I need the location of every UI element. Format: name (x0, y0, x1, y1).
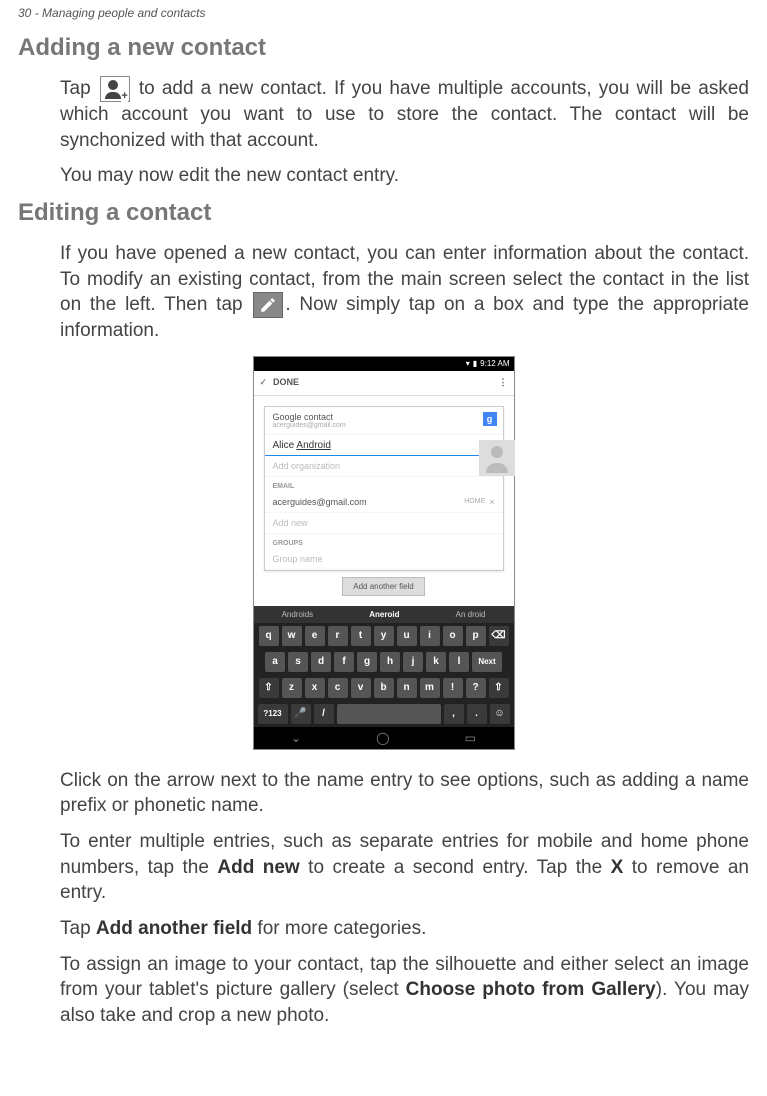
wifi-icon: ▾ (466, 359, 470, 368)
kb-key[interactable]: i (420, 626, 440, 646)
kb-key[interactable]: ⌫ (489, 626, 509, 646)
chapter-title: Managing people and contacts (42, 6, 205, 20)
kb-key[interactable]: k (426, 652, 446, 672)
adding-para-2: You may now edit the new contact entry. (60, 163, 749, 189)
kb-key[interactable]: ? (466, 678, 486, 698)
kb-key[interactable]: q (259, 626, 279, 646)
avatar-silhouette[interactable] (479, 440, 515, 476)
kb-key[interactable]: ! (443, 678, 463, 698)
kb-key[interactable]: a (265, 652, 285, 672)
kb-row-4: ?123🎤/,.☺ (254, 701, 514, 727)
kb-key[interactable]: o (443, 626, 463, 646)
kb-key[interactable]: l (449, 652, 469, 672)
kb-key[interactable]: r (328, 626, 348, 646)
name-field[interactable]: Alice Android ⌄ (265, 435, 503, 456)
kb-key[interactable]: b (374, 678, 394, 698)
account-row[interactable]: Google contact acerguides@gmail.com g (265, 407, 503, 435)
account-email: acerguides@gmail.com (273, 422, 495, 429)
editing-para-2: Click on the arrow next to the name entr… (60, 768, 749, 819)
kb-key[interactable]: ?123 (258, 704, 288, 724)
status-bar: ▾ ▮ 9:12 AM (254, 357, 514, 371)
remove-icon[interactable]: × (489, 497, 494, 507)
email-field[interactable]: acerguides@gmail.com HOME × (265, 492, 503, 513)
editing-para-3: To enter multiple entries, such as separ… (60, 829, 749, 906)
kb-spacebar[interactable] (337, 704, 441, 724)
add-contact-icon: + (100, 76, 130, 102)
kb-row-2: asdfghjklNext (254, 649, 514, 675)
kb-key[interactable]: . (467, 704, 487, 724)
keyboard-suggestions[interactable]: Androids Aneroid An droid (254, 606, 514, 623)
kb-key[interactable]: v (351, 678, 371, 698)
page-header: 30 - Managing people and contacts (18, 6, 749, 20)
kb-key[interactable]: w (282, 626, 302, 646)
nav-recent-icon[interactable]: ▭ (465, 731, 476, 745)
groups-section-label: GROUPS (265, 534, 503, 549)
nav-bar: ⌄ ◯ ▭ (254, 727, 514, 749)
add-new-email[interactable]: Add new (265, 513, 503, 534)
google-badge-icon: g (483, 412, 497, 426)
kb-row-3: ⇧zxcvbnm!?⇧ (254, 675, 514, 701)
pencil-icon (253, 292, 283, 318)
email-section-label: EMAIL (265, 477, 503, 492)
kb-key[interactable]: ☺ (490, 704, 510, 724)
kb-key[interactable]: s (288, 652, 308, 672)
editing-para-1: If you have opened a new contact, you ca… (60, 241, 749, 344)
done-label: DONE (273, 377, 299, 387)
section-title-adding: Adding a new contact (18, 34, 749, 62)
nav-home-icon[interactable]: ◯ (376, 731, 389, 745)
kb-key[interactable]: ⇧ (259, 678, 279, 698)
done-bar[interactable]: ✓ DONE ⋮ (254, 371, 514, 396)
kb-key[interactable]: z (282, 678, 302, 698)
kb-key[interactable]: f (334, 652, 354, 672)
keyboard[interactable]: qwertyuiop⌫ asdfghjklNext ⇧zxcvbnm!?⇧ ?1… (254, 623, 514, 727)
section-title-editing: Editing a contact (18, 199, 749, 227)
kb-key[interactable]: 🎤 (291, 704, 311, 724)
kb-key[interactable]: y (374, 626, 394, 646)
page-number: 30 (18, 6, 31, 20)
kb-key[interactable]: ⇧ (489, 678, 509, 698)
kb-key[interactable]: j (403, 652, 423, 672)
kb-key[interactable]: t (351, 626, 371, 646)
kb-key[interactable]: e (305, 626, 325, 646)
kb-key[interactable]: g (357, 652, 377, 672)
editing-para-4: Tap Add another field for more categorie… (60, 916, 749, 942)
battery-icon: ▮ (473, 359, 477, 368)
kb-key[interactable]: p (466, 626, 486, 646)
kb-key[interactable]: Next (472, 652, 502, 672)
kb-key[interactable]: u (397, 626, 417, 646)
check-icon: ✓ (260, 377, 268, 387)
kb-key[interactable]: , (444, 704, 464, 724)
overflow-icon[interactable]: ⋮ (499, 377, 508, 388)
add-organization[interactable]: Add organization (265, 456, 503, 477)
kb-key[interactable]: h (380, 652, 400, 672)
add-another-field-button[interactable]: Add another field (342, 577, 425, 596)
kb-key[interactable]: d (311, 652, 331, 672)
editing-para-5: To assign an image to your contact, tap … (60, 952, 749, 1029)
kb-key[interactable]: x (305, 678, 325, 698)
kb-key[interactable]: n (397, 678, 417, 698)
kb-row-1: qwertyuiop⌫ (254, 623, 514, 649)
kb-key[interactable]: m (420, 678, 440, 698)
phone-screenshot: ▾ ▮ 9:12 AM ✓DONE ⋮ Google contact acerg… (253, 356, 515, 750)
adding-para-1: Tap + to add a new contact. If you have … (60, 76, 749, 153)
nav-back-icon[interactable]: ⌄ (291, 731, 301, 745)
status-time: 9:12 AM (480, 359, 509, 368)
account-type: Google contact (273, 412, 495, 422)
contact-card: Google contact acerguides@gmail.com g Al… (264, 406, 504, 571)
kb-key[interactable]: / (314, 704, 334, 724)
group-name-field[interactable]: Group name (265, 549, 503, 570)
kb-key[interactable]: c (328, 678, 348, 698)
